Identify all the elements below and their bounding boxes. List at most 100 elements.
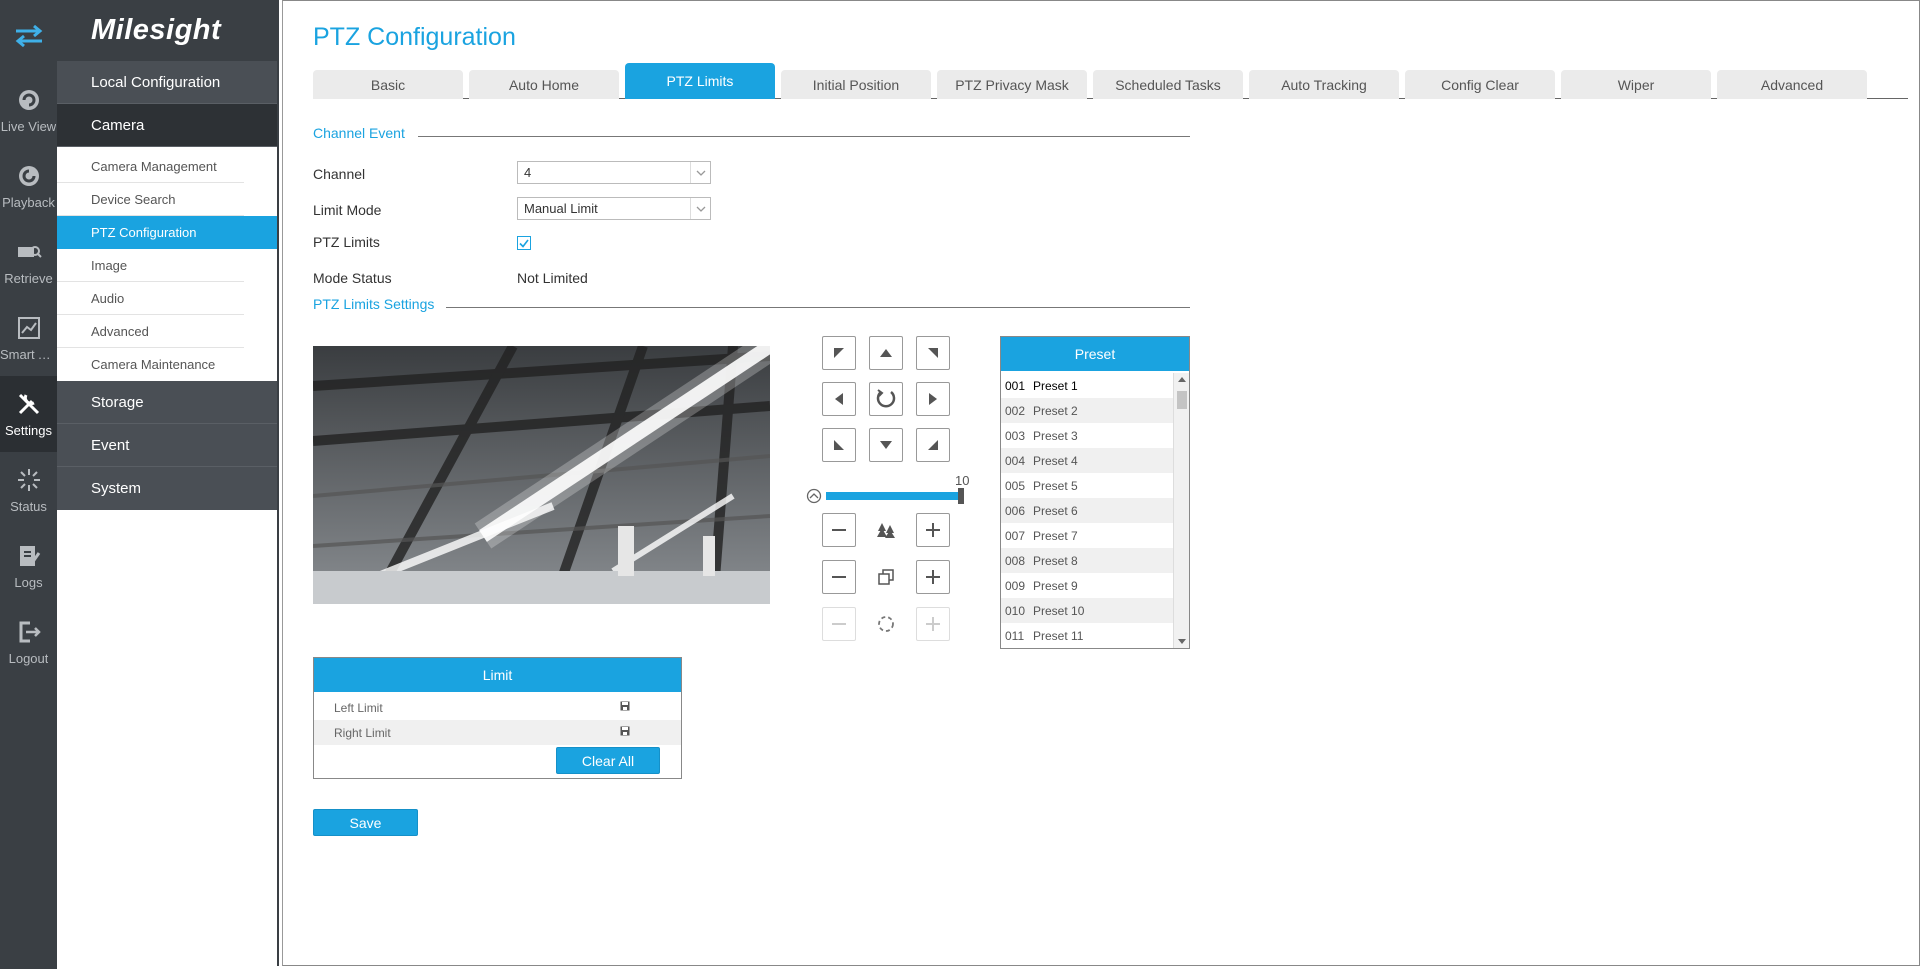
rail-smart-analytics[interactable]: Smart A... — [0, 300, 57, 376]
page-title: PTZ Configuration — [313, 23, 516, 51]
iris-close-button[interactable] — [822, 607, 856, 641]
preset-row[interactable]: 011 Preset 11 — [1001, 623, 1173, 648]
preset-row[interactable]: 010 Preset 10 — [1001, 598, 1173, 623]
rail-logout[interactable]: Logout — [0, 604, 57, 680]
focus-near-button[interactable] — [822, 560, 856, 594]
speed-slider-track[interactable] — [826, 492, 960, 500]
preset-row[interactable]: 008 Preset 8 — [1001, 548, 1173, 573]
menu-system[interactable]: System — [57, 467, 277, 510]
channel-select[interactable]: 4 — [517, 161, 711, 184]
left-limit-label: Left Limit — [334, 700, 383, 715]
tab-advanced[interactable]: Advanced — [1717, 70, 1867, 99]
camera-preview[interactable] — [313, 346, 770, 604]
tab-basic[interactable]: Basic — [313, 70, 463, 99]
preset-row[interactable]: 001 Preset 1 — [1001, 373, 1173, 398]
ptz-down-left-button[interactable] — [822, 428, 856, 462]
tab-initial-position[interactable]: Initial Position — [781, 70, 931, 99]
tab-auto-home[interactable]: Auto Home — [469, 70, 619, 99]
preset-row[interactable]: 005 Preset 5 — [1001, 473, 1173, 498]
limit-panel: Limit Left Limit Right Limit Clear All — [313, 657, 682, 779]
menu-device-search[interactable]: Device Search — [57, 183, 244, 216]
app-window: Live View Playback Retrieve Smart A... S… — [0, 0, 1920, 969]
channel-select-value: 4 — [524, 165, 532, 180]
zoom-in-button[interactable] — [916, 513, 950, 547]
preset-row[interactable]: 009 Preset 9 — [1001, 573, 1173, 598]
save-left-limit-icon[interactable] — [620, 701, 630, 711]
rail-status[interactable]: Status — [0, 452, 57, 528]
menu-camera[interactable]: Camera — [57, 104, 277, 147]
limit-mode-select-value: Manual Limit — [524, 201, 598, 216]
menu-audio[interactable]: Audio — [57, 282, 244, 315]
zoom-icon — [869, 513, 903, 547]
ptz-down-button[interactable] — [869, 428, 903, 462]
tab-ptz-privacy-mask[interactable]: PTZ Privacy Mask — [937, 70, 1087, 99]
tab-wiper[interactable]: Wiper — [1561, 70, 1711, 99]
arrow-down-left-icon — [834, 440, 844, 450]
preset-number: 001 — [1005, 378, 1026, 393]
ptz-limits-checkbox[interactable] — [517, 236, 531, 250]
icon-rail: Live View Playback Retrieve Smart A... S… — [0, 0, 57, 969]
mode-status-label: Mode Status — [313, 270, 392, 286]
ptz-down-right-button[interactable] — [916, 428, 950, 462]
mode-status-value: Not Limited — [517, 270, 588, 286]
preset-scrollbar[interactable] — [1173, 373, 1189, 648]
ptz-up-left-button[interactable] — [822, 336, 856, 370]
iris-open-button[interactable] — [916, 607, 950, 641]
clear-all-button[interactable]: Clear All — [556, 747, 660, 774]
ptz-left-button[interactable] — [822, 382, 856, 416]
rail-label: Smart A... — [0, 346, 57, 362]
menu-local-configuration[interactable]: Local Configuration — [57, 61, 277, 104]
tab-ptz-limits[interactable]: PTZ Limits — [625, 63, 775, 99]
menu-event[interactable]: Event — [57, 424, 277, 467]
chevron-down-icon — [690, 162, 710, 183]
save-button[interactable]: Save — [313, 809, 418, 836]
menu-lower-group: Storage Event System — [57, 381, 277, 510]
tab-auto-tracking[interactable]: Auto Tracking — [1249, 70, 1399, 99]
ptz-up-button[interactable] — [869, 336, 903, 370]
preset-row[interactable]: 007 Preset 7 — [1001, 523, 1173, 548]
preset-row[interactable]: 002 Preset 2 — [1001, 398, 1173, 423]
menu-camera-management[interactable]: Camera Management — [57, 150, 244, 183]
preset-number: 003 — [1005, 428, 1026, 443]
preset-row[interactable]: 004 Preset 4 — [1001, 448, 1173, 473]
preset-number: 002 — [1005, 403, 1026, 418]
rail-playback[interactable]: Playback — [0, 148, 57, 224]
preset-number: 005 — [1005, 478, 1026, 493]
live-view-icon — [18, 89, 39, 110]
rail-live-view[interactable]: Live View — [0, 72, 57, 148]
ptz-up-right-button[interactable] — [916, 336, 950, 370]
menu-advanced[interactable]: Advanced — [57, 315, 244, 348]
speed-slider-handle[interactable] — [958, 488, 964, 504]
menu-toggle-button[interactable] — [0, 0, 57, 72]
ptz-auto-scan-button[interactable] — [869, 382, 903, 416]
focus-far-button[interactable] — [916, 560, 950, 594]
preset-number: 010 — [1005, 603, 1026, 618]
preset-name: Preset 9 — [1033, 578, 1078, 593]
rail-logs[interactable]: Logs — [0, 528, 57, 604]
menu-ptz-configuration[interactable]: PTZ Configuration — [57, 216, 277, 249]
rail-retrieve[interactable]: Retrieve — [0, 224, 57, 300]
tab-config-clear[interactable]: Config Clear — [1405, 70, 1555, 99]
menu-image[interactable]: Image — [57, 249, 244, 282]
rail-settings[interactable]: Settings — [0, 376, 57, 452]
ptz-limits-label: PTZ Limits — [313, 234, 380, 250]
rail-label: Live View — [0, 118, 57, 134]
menu-storage[interactable]: Storage — [57, 381, 277, 424]
menu-camera-maintenance[interactable]: Camera Maintenance — [57, 348, 244, 381]
preset-row[interactable]: 003 Preset 3 — [1001, 423, 1173, 448]
save-right-limit-icon[interactable] — [620, 726, 630, 736]
preset-row[interactable]: 006 Preset 6 — [1001, 498, 1173, 523]
section-title-channel-event: Channel Event — [313, 125, 405, 141]
arrow-up-icon — [880, 349, 892, 357]
tab-scheduled-tasks[interactable]: Scheduled Tasks — [1093, 70, 1243, 99]
zoom-out-button[interactable] — [822, 513, 856, 547]
scrollbar-thumb[interactable] — [1177, 391, 1187, 409]
swap-arrows-icon — [15, 25, 42, 47]
preset-name: Preset 4 — [1033, 453, 1078, 468]
minus-icon — [832, 529, 846, 531]
smart-analytics-icon — [17, 316, 40, 339]
limit-mode-select[interactable]: Manual Limit — [517, 197, 711, 220]
plus-icon — [926, 617, 940, 631]
right-limit-label: Right Limit — [334, 725, 391, 740]
ptz-right-button[interactable] — [916, 382, 950, 416]
